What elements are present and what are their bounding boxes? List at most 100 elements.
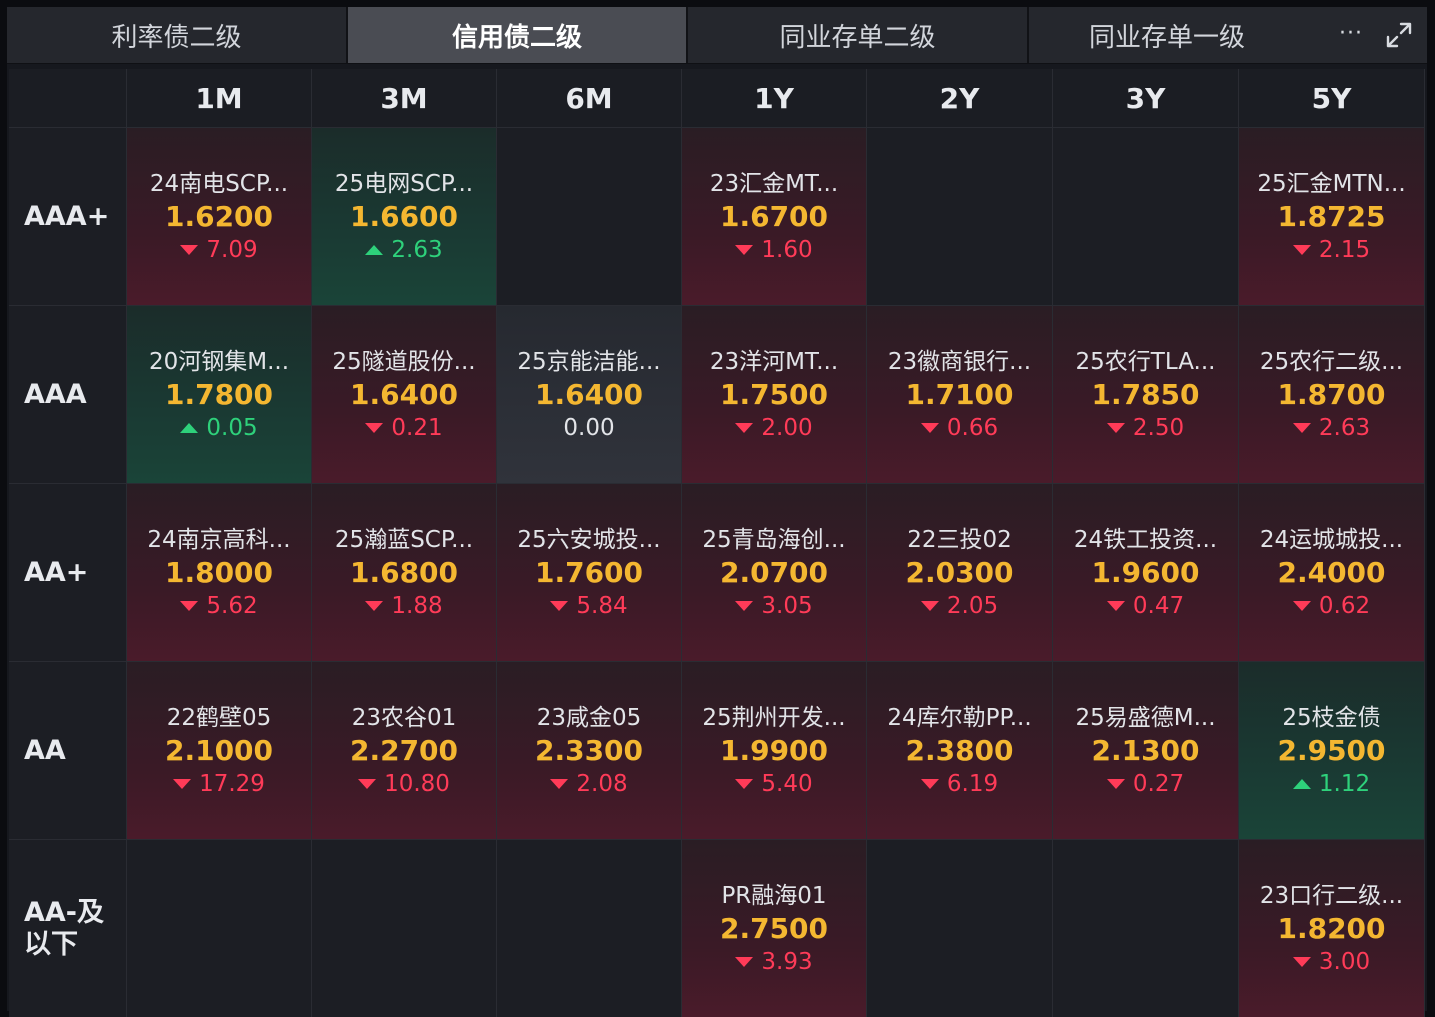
bond-cell-3m[interactable]: 23农谷01 2.2700 10.80	[312, 662, 497, 839]
bond-name: 25汇金MTN...	[1257, 170, 1406, 197]
bond-cell-3y[interactable]: 25易盛德M... 2.1300 0.27	[1053, 662, 1239, 839]
bond-change-value: 2.05	[946, 592, 999, 619]
bond-cell-1m[interactable]: 22鹤壁05 2.1000 17.29	[127, 662, 312, 839]
rating-row: AA+ 24南京高科... 1.8000 5.62 25瀚蓝SCP... 1.6800 1.…	[9, 483, 1425, 661]
bond-cell-1m	[127, 840, 312, 1017]
bond-name: 25青岛海创...	[702, 526, 846, 553]
bond-change: 0.62	[1292, 590, 1370, 622]
bond-cell-6m[interactable]: 25六安城投... 1.7600 5.84	[497, 484, 682, 661]
bond-yield: 1.7100	[905, 377, 1014, 411]
bond-change: 2.50	[1106, 412, 1184, 444]
tenor-header-6m: 6M	[497, 69, 682, 127]
arrow-down-icon	[1292, 422, 1311, 433]
arrow-up-icon	[365, 244, 384, 255]
arrow-down-icon	[180, 244, 199, 255]
bond-cell-1m[interactable]: 24南京高科... 1.8000 5.62	[127, 484, 312, 661]
bond-cell-6m[interactable]: 23咸金05 2.3300 2.08	[497, 662, 682, 839]
bond-cell-3y	[1053, 128, 1239, 305]
rating-label: AA+	[9, 484, 127, 661]
bond-change: 3.00	[1292, 946, 1371, 978]
tenor-header-1m: 1M	[127, 69, 312, 127]
bond-name: 24南京高科...	[147, 526, 291, 553]
header-corner	[9, 69, 127, 127]
tenor-header-row: 1M 3M 6M 1Y 2Y 3Y 5Y	[9, 69, 1425, 127]
bond-change-value: 3.00	[1318, 948, 1371, 975]
bond-cell-3m[interactable]: 25电网SCP... 1.6600 2.63	[312, 128, 497, 305]
bond-change-value: 0.66	[946, 414, 999, 441]
bond-cell-1y[interactable]: 23汇金MT... 1.6700 1.60	[682, 128, 867, 305]
bond-cell-5y[interactable]: 24运城城投... 2.4000 0.62	[1239, 484, 1425, 661]
arrow-down-icon	[920, 422, 939, 433]
bond-yield: 2.3800	[905, 733, 1014, 767]
bond-change: 0.21	[365, 412, 443, 444]
tenor-header-3y: 3Y	[1053, 69, 1239, 127]
bond-cell-2y[interactable]: 23徽商银行... 1.7100 0.66	[867, 306, 1053, 483]
bond-cell-6m[interactable]: 25京能洁能... 1.6400 0.00	[497, 306, 682, 483]
bond-cell-5y[interactable]: 25枝金债 2.9500 1.12	[1239, 662, 1425, 839]
arrow-down-icon	[735, 244, 754, 255]
bond-yield: 2.1300	[1091, 733, 1200, 767]
bond-cell-1y[interactable]: PR融海01 2.7500 3.93	[682, 840, 867, 1017]
arrow-down-icon	[735, 600, 754, 611]
bond-cell-5y[interactable]: 25农行二级... 1.8700 2.63	[1239, 306, 1425, 483]
tab-credit-bond-secondary[interactable]: 信用债二级	[348, 7, 688, 63]
bond-change: 1.12	[1292, 768, 1371, 800]
bond-yield: 2.0300	[905, 555, 1014, 589]
bond-cell-2y[interactable]: 24库尔勒PP... 2.3800 6.19	[867, 662, 1053, 839]
bond-yield: 2.2700	[349, 733, 459, 767]
bond-name: 20河钢集M...	[148, 348, 290, 375]
bond-yield: 1.6200	[164, 199, 274, 233]
bond-cell-6m	[497, 128, 682, 305]
tenor-header-2y: 2Y	[867, 69, 1053, 127]
bond-cell-1y[interactable]: 25荆州开发... 1.9900 5.40	[682, 662, 867, 839]
bond-cell-2y[interactable]: 22三投02 2.0300 2.05	[867, 484, 1053, 661]
bond-change: 6.19	[920, 768, 998, 800]
tab-ncd-secondary[interactable]: 同业存单二级	[688, 7, 1029, 63]
bond-cell-2y	[867, 840, 1053, 1017]
expand-button[interactable]	[1371, 7, 1427, 63]
tab-rate-bond-secondary[interactable]: 利率债二级	[7, 7, 348, 63]
bond-cell-1y[interactable]: 25青岛海创... 2.0700 3.05	[682, 484, 867, 661]
arrow-up-icon	[180, 422, 199, 433]
arrow-down-icon	[1106, 600, 1125, 611]
bond-change-value: 5.40	[761, 770, 813, 797]
rating-label-line: 以下	[24, 928, 78, 960]
bond-cell-1m[interactable]: 20河钢集M... 1.7800 0.05	[127, 306, 312, 483]
arrow-down-icon	[735, 956, 754, 967]
bond-cell-1m[interactable]: 24南电SCP... 1.6200 7.09	[127, 128, 312, 305]
bond-name: 25农行TLA...	[1075, 348, 1216, 375]
bond-name: 23洋河MT...	[709, 348, 839, 375]
bond-cell-3m[interactable]: 25隧道股份... 1.6400 0.21	[312, 306, 497, 483]
bond-change: 5.62	[180, 590, 258, 622]
bond-cell-3m[interactable]: 25瀚蓝SCP... 1.6800 1.88	[312, 484, 497, 661]
arrow-down-icon	[1292, 956, 1311, 967]
bond-name: 24南电SCP...	[149, 170, 289, 197]
rating-row: AA 22鹤壁05 2.1000 17.29 23农谷01 2.2700 10.80 23咸金…	[9, 661, 1425, 839]
bond-cell-5y[interactable]: 25汇金MTN... 1.8725 2.15	[1239, 128, 1425, 305]
bond-change-value: 0.21	[391, 414, 443, 441]
bond-cell-3y[interactable]: 25农行TLA... 1.7850 2.50	[1053, 306, 1239, 483]
bond-cell-1y[interactable]: 23洋河MT... 1.7500 2.00	[682, 306, 867, 483]
bond-change: 1.60	[735, 234, 813, 266]
more-dots-icon[interactable]: ···	[1333, 19, 1369, 49]
bond-change-value: 1.12	[1318, 770, 1371, 797]
tab-ncd-primary[interactable]: 同业存单一级 ···	[1029, 7, 1371, 63]
bond-name: 24铁工投资...	[1073, 526, 1218, 553]
bond-name: 25瀚蓝SCP...	[334, 526, 474, 553]
bond-change-value: 2.15	[1318, 236, 1371, 263]
tenor-header-1y: 1Y	[682, 69, 867, 127]
bond-change: 5.84	[550, 590, 628, 622]
arrow-down-icon	[550, 778, 569, 789]
bond-name: 25荆州开发...	[702, 704, 846, 731]
bond-yield: 1.7850	[1091, 377, 1200, 411]
bond-change: 0.66	[920, 412, 999, 444]
bond-cell-3y	[1053, 840, 1239, 1017]
bond-yield: 1.9600	[1091, 555, 1200, 589]
bond-cell-3y[interactable]: 24铁工投资... 1.9600 0.47	[1053, 484, 1239, 661]
bond-change-value: 1.88	[391, 592, 443, 619]
bond-yield: 1.6400	[534, 377, 644, 411]
arrow-down-icon	[735, 422, 754, 433]
bond-cell-5y[interactable]: 23口行二级... 1.8200 3.00	[1239, 840, 1425, 1017]
bond-name: 25隧道股份...	[332, 348, 476, 375]
arrow-down-icon	[550, 600, 569, 611]
